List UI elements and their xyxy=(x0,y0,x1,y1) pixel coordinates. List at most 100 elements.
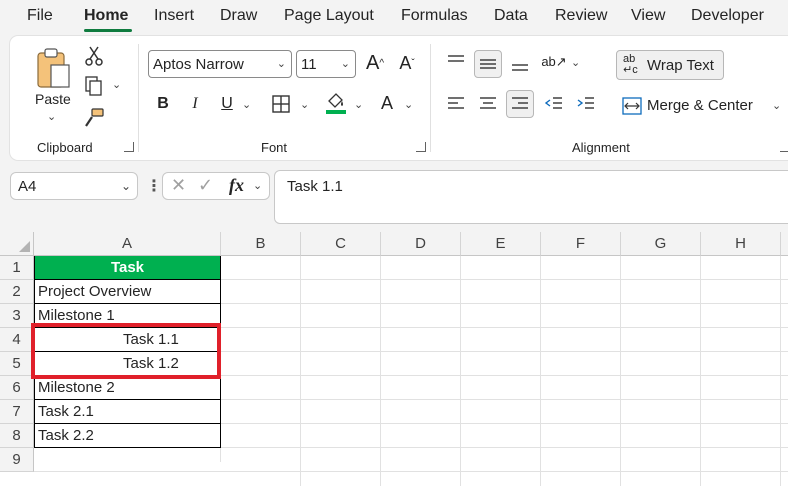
bold-icon[interactable]: B xyxy=(152,92,174,116)
tab-file[interactable]: File xyxy=(27,7,53,25)
underline-icon[interactable]: U xyxy=(216,92,238,116)
row-header-4[interactable]: 4 xyxy=(0,328,34,352)
select-all-icon xyxy=(19,241,30,252)
middle-align-button[interactable] xyxy=(474,50,502,78)
row-header-7[interactable]: 7 xyxy=(0,400,34,424)
cell-a2[interactable]: Project Overview xyxy=(34,280,221,304)
cell-a8[interactable]: Task 2.2 xyxy=(34,424,221,448)
merge-center-button[interactable]: Merge & Center ⌄ xyxy=(616,92,786,120)
cell-a7[interactable]: Task 2.1 xyxy=(34,400,221,424)
borders-chevron-down-icon[interactable]: ⌄ xyxy=(300,98,309,111)
fx-chevron-down-icon[interactable]: ⌄ xyxy=(253,179,262,192)
row-header-9[interactable]: 9 xyxy=(0,448,34,472)
column-header-g[interactable]: G xyxy=(621,232,701,256)
increase-indent-icon[interactable] xyxy=(574,92,598,116)
font-size-select[interactable]: 11 ⌄ xyxy=(296,50,356,78)
wrap-text-button[interactable]: ab ↵c Wrap Text xyxy=(616,50,724,80)
insert-function-icon[interactable]: fx xyxy=(229,175,244,196)
ribbon: Paste ⌄ ⌄ Clipboard Aptos Narrow ⌄ 11 ⌄ … xyxy=(10,36,788,160)
gridline xyxy=(34,471,788,472)
more-options-icon[interactable]: ⋮ xyxy=(146,176,162,196)
copy-chevron-down-icon[interactable]: ⌄ xyxy=(112,78,121,91)
gridline xyxy=(700,256,701,486)
row-header-3[interactable]: 3 xyxy=(0,304,34,328)
tab-home[interactable]: Home xyxy=(84,7,128,25)
clipboard-launcher-icon[interactable] xyxy=(124,142,134,152)
merge-chevron-down-icon: ⌄ xyxy=(772,100,782,112)
gridline xyxy=(220,448,221,462)
paste-icon[interactable] xyxy=(34,46,74,92)
paste-chevron-down-icon[interactable]: ⌄ xyxy=(47,110,56,123)
name-box[interactable]: A4 ⌄ xyxy=(10,172,138,200)
column-header-i[interactable] xyxy=(781,232,788,256)
column-header-a[interactable]: A xyxy=(34,232,221,256)
font-name-select[interactable]: Aptos Narrow ⌄ xyxy=(148,50,292,78)
menu-bar: File Home Insert Draw Page Layout Formul… xyxy=(0,0,788,36)
row-header-8[interactable]: 8 xyxy=(0,424,34,448)
row-header-6[interactable]: 6 xyxy=(0,376,34,400)
align-center-icon[interactable] xyxy=(476,92,500,116)
column-header-h[interactable]: H xyxy=(701,232,781,256)
formula-input[interactable]: Task 1.1 xyxy=(274,170,788,224)
format-painter-icon[interactable] xyxy=(82,106,106,130)
copy-icon[interactable] xyxy=(82,74,106,98)
font-name-value: Aptos Narrow xyxy=(153,56,244,73)
cancel-icon[interactable]: ✕ xyxy=(171,175,186,196)
column-header-e[interactable]: E xyxy=(461,232,541,256)
decrease-font-size-icon[interactable]: Aˇ xyxy=(394,50,420,76)
font-color-icon[interactable]: A xyxy=(376,90,398,116)
gridline xyxy=(380,256,381,486)
tab-formulas[interactable]: Formulas xyxy=(401,7,468,25)
tab-data[interactable]: Data xyxy=(494,7,528,25)
tab-page-layout[interactable]: Page Layout xyxy=(284,7,374,25)
tab-draw[interactable]: Draw xyxy=(220,7,257,25)
paste-button[interactable]: Paste xyxy=(35,91,71,107)
tab-view[interactable]: View xyxy=(631,7,665,25)
row-header-5[interactable]: 5 xyxy=(0,352,34,376)
merge-center-label: Merge & Center xyxy=(647,97,753,114)
underline-chevron-down-icon[interactable]: ⌄ xyxy=(242,98,251,111)
column-header-c[interactable]: C xyxy=(301,232,381,256)
tab-review[interactable]: Review xyxy=(555,7,607,25)
top-align-icon[interactable] xyxy=(444,50,468,74)
chevron-down-icon: ⌄ xyxy=(120,179,131,193)
cell-a6[interactable]: Milestone 2 xyxy=(34,376,221,400)
borders-icon[interactable] xyxy=(269,92,293,116)
font-launcher-icon[interactable] xyxy=(416,142,426,152)
column-header-d[interactable]: D xyxy=(381,232,461,256)
gridline xyxy=(540,256,541,486)
tab-insert[interactable]: Insert xyxy=(154,7,194,25)
enter-check-icon[interactable]: ✓ xyxy=(198,175,213,196)
gridline xyxy=(300,256,301,486)
increase-font-size-icon[interactable]: A ^ xyxy=(362,50,388,76)
highlight-box xyxy=(31,323,221,379)
align-right-button[interactable] xyxy=(506,90,534,118)
orientation-chevron-down-icon[interactable]: ⌄ xyxy=(571,56,580,69)
gridline xyxy=(460,256,461,486)
row-header-2[interactable]: 2 xyxy=(0,280,34,304)
tab-developer[interactable]: Developer xyxy=(691,7,764,25)
name-box-value: A4 xyxy=(18,178,37,195)
decrease-indent-icon[interactable] xyxy=(542,92,566,116)
fill-color-chevron-down-icon[interactable]: ⌄ xyxy=(354,98,363,111)
clipboard-group-label: Clipboard xyxy=(37,140,93,155)
font-group-label: Font xyxy=(261,140,288,155)
align-left-icon[interactable] xyxy=(444,92,468,116)
chevron-down-icon: ⌄ xyxy=(276,58,286,70)
cell-a1[interactable]: Task xyxy=(34,256,221,280)
gridline xyxy=(780,256,781,486)
fill-color-icon[interactable] xyxy=(324,90,348,116)
wrap-text-label: Wrap Text xyxy=(647,57,714,74)
gridline xyxy=(620,256,621,486)
italic-icon[interactable]: I xyxy=(184,92,206,116)
select-all-corner[interactable] xyxy=(0,232,34,256)
orientation-icon[interactable]: ab↗ xyxy=(541,50,566,74)
font-size-value: 11 xyxy=(301,56,317,73)
bottom-align-icon[interactable] xyxy=(508,52,532,76)
column-header-b[interactable]: B xyxy=(221,232,301,256)
row-header-1[interactable]: 1 xyxy=(0,256,34,280)
cut-icon[interactable] xyxy=(82,44,106,68)
alignment-launcher-icon[interactable] xyxy=(780,142,788,152)
column-header-f[interactable]: F xyxy=(541,232,621,256)
font-color-chevron-down-icon[interactable]: ⌄ xyxy=(404,98,413,111)
